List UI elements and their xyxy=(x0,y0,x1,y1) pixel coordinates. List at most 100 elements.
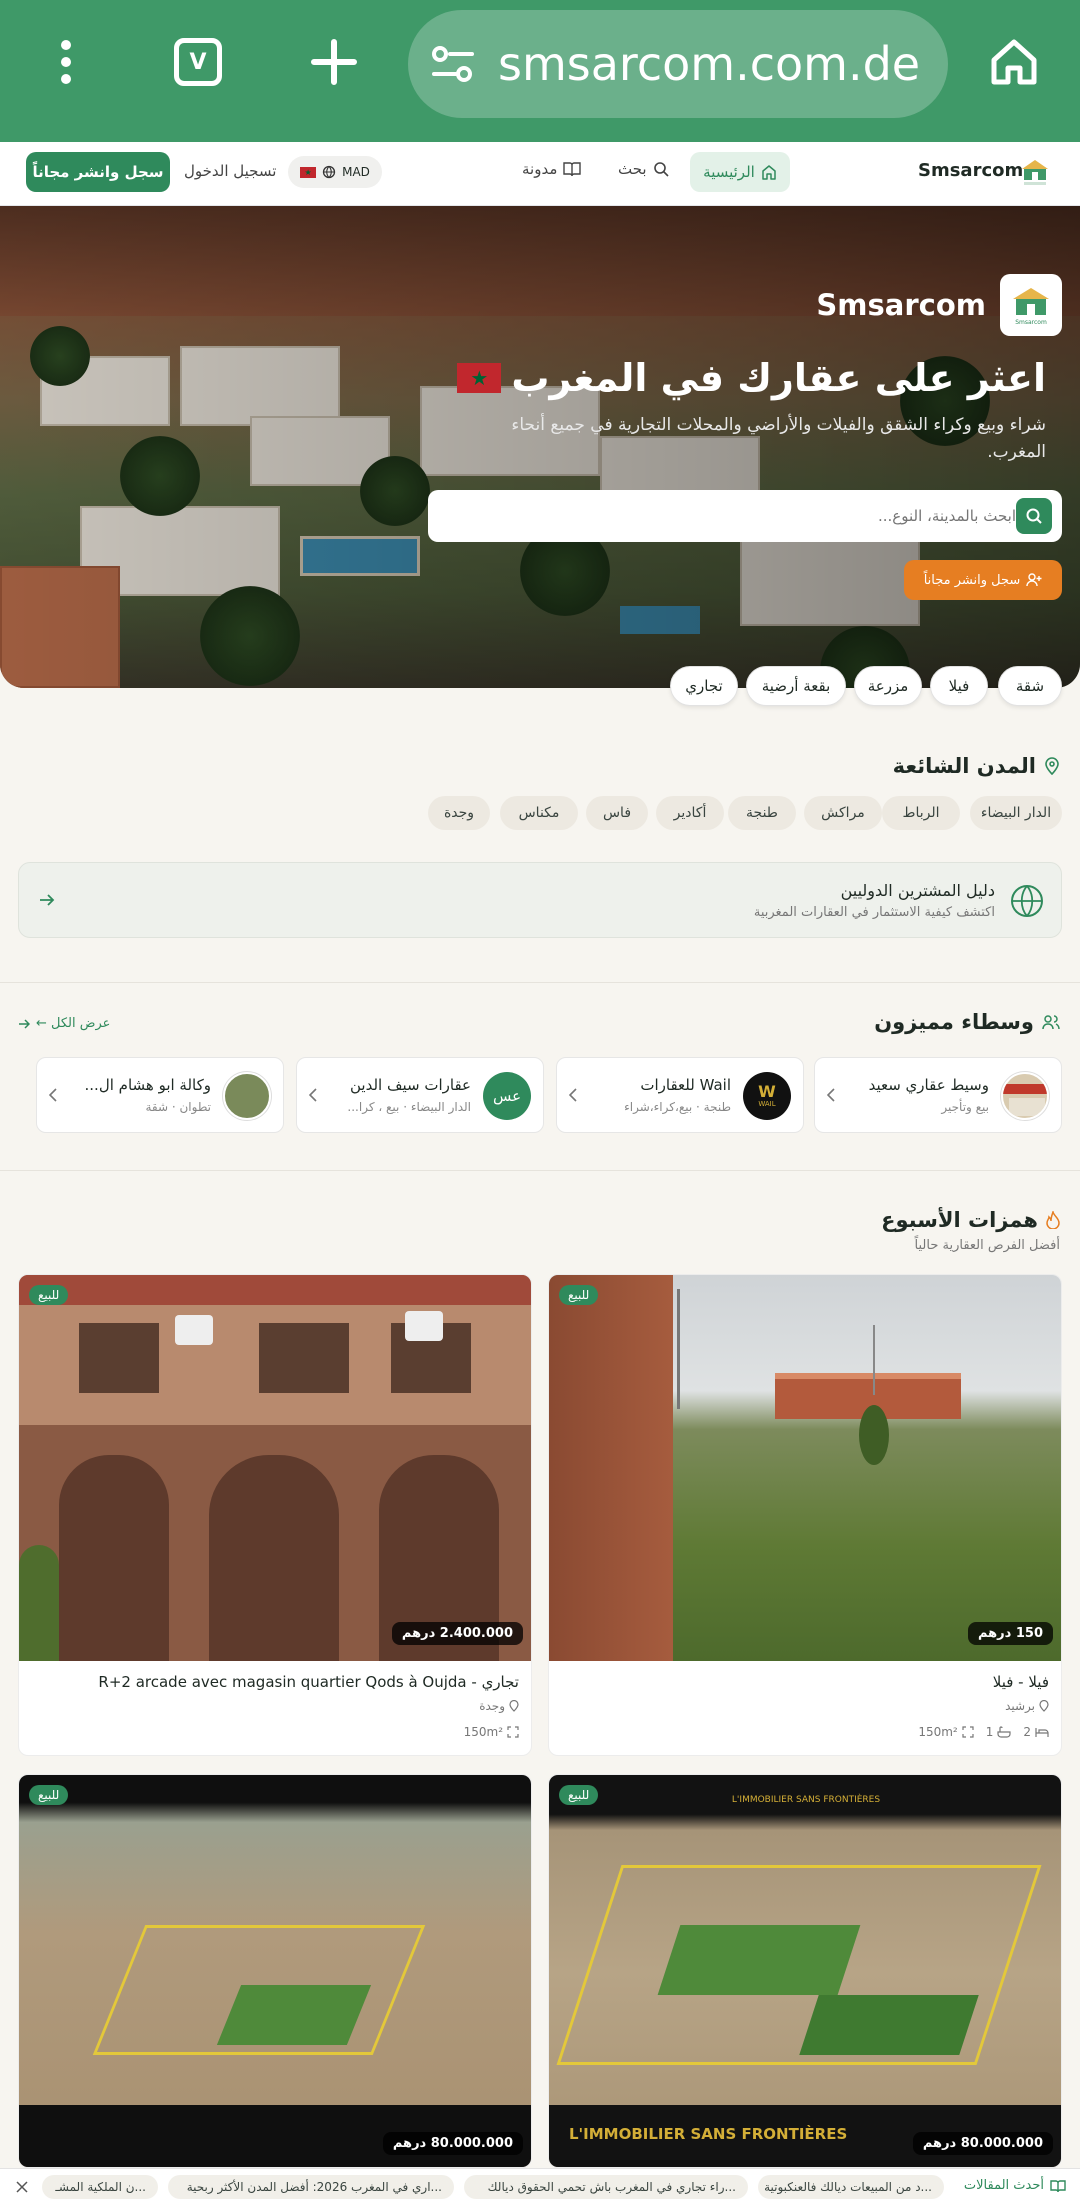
book-icon xyxy=(563,161,582,177)
listing-card[interactable]: L'IMMOBILIER SANS FRONTIÈRES L'IMMOBILIE… xyxy=(548,1774,1062,2168)
listing-card[interactable]: 2.400.000 درهم للبيع تجاري - R+2 arcade … xyxy=(18,1274,532,1756)
search-icon xyxy=(1025,507,1043,525)
broker-card[interactable]: W WAIL Wail للعقارات طنجة · بيع،كراء،شرا… xyxy=(556,1057,804,1133)
listing-price: 2.400.000 درهم xyxy=(391,1622,523,1645)
site-header: سجل وانشر مجاناً تسجيل الدخول ★ MAD مدون… xyxy=(0,142,1080,206)
search-icon xyxy=(653,161,669,177)
close-icon[interactable] xyxy=(16,2181,28,2193)
book-icon xyxy=(1050,2179,1066,2193)
ticker-label[interactable]: أحدث المقالات xyxy=(964,2178,1066,2193)
baths-count: 1 xyxy=(985,1725,994,1739)
arrow-right-icon xyxy=(18,1018,30,1029)
broker-name: عقارات سيف الدين xyxy=(349,1076,471,1094)
ticker-article[interactable]: ...راء تجاري في المغرب باش تحمي الحقوق د… xyxy=(464,2175,748,2199)
chevron-left-icon xyxy=(827,1088,835,1102)
broker-avatar xyxy=(1001,1072,1049,1120)
broker-avatar xyxy=(223,1072,271,1120)
listing-location: برشيد xyxy=(1005,1699,1049,1713)
hero-search-box[interactable] xyxy=(428,490,1062,542)
globe-icon xyxy=(1009,883,1045,919)
listing-badge: للبيع xyxy=(29,1285,69,1305)
nav-home[interactable]: الرئيسية xyxy=(690,152,790,192)
listing-badge: للبيع xyxy=(29,1785,69,1805)
chevron-left-icon xyxy=(309,1088,317,1102)
map-pin-icon xyxy=(1044,757,1060,775)
broker-meta: طنجة · بيع،كراء،شراء xyxy=(624,1100,731,1114)
nav-blog[interactable]: مدونة xyxy=(522,160,582,178)
address-bar[interactable]: smsarcom.com.de xyxy=(408,10,948,118)
globe-icon xyxy=(322,165,336,179)
city-chip[interactable]: أكادير xyxy=(656,796,724,830)
tab-count: V xyxy=(174,38,222,86)
menu-icon[interactable] xyxy=(34,30,98,94)
broker-logo: W WAIL xyxy=(743,1072,791,1120)
listing-photo: L'IMMOBILIER SANS FRONTIÈRES L'IMMOBILIE… xyxy=(549,1775,1061,2167)
site-settings-icon[interactable] xyxy=(430,44,476,84)
currency-label: MAD xyxy=(342,165,370,179)
city-chip[interactable]: الرباط xyxy=(882,796,960,830)
city-chip[interactable]: وجدة xyxy=(428,796,490,830)
area-value: 150m² xyxy=(918,1725,958,1739)
listing-photo: 80.000.000 درهم xyxy=(19,1775,531,2167)
ticker-article[interactable]: ...اري في المغرب 2026: أفضل المدن الأكثر… xyxy=(168,2175,454,2199)
register-button[interactable]: سجل وانشر مجاناً xyxy=(26,152,170,192)
area-value: 150m² xyxy=(463,1725,503,1739)
hero-logo-caption: Smsarcom xyxy=(1015,318,1047,326)
hero-search-button[interactable] xyxy=(1016,498,1052,534)
listing-location: وجدة xyxy=(479,1699,519,1713)
broker-card[interactable]: وسيط عقاري سعيد بيع وتأجير xyxy=(814,1057,1062,1133)
brand-logo[interactable] xyxy=(1022,158,1048,186)
brokers-header: وسطاء مميزون xyxy=(874,1010,1060,1034)
login-link[interactable]: تسجيل الدخول xyxy=(184,162,276,180)
buyers-guide-title: دليل المشترين الدوليين xyxy=(840,881,995,900)
listing-price: 80.000.000 درهم xyxy=(912,2132,1053,2155)
location-label: وجدة xyxy=(479,1699,505,1713)
url-text: smsarcom.com.de xyxy=(498,37,921,91)
hero-title: اعثر على عقارك في المغرب ★ xyxy=(457,356,1046,400)
listing-card[interactable]: 150 درهم للبيع فيلا - فيلا برشيد 2 1 150… xyxy=(548,1274,1062,1756)
buyers-guide-card[interactable]: دليل المشترين الدوليين اكتشف كيفية الاست… xyxy=(18,862,1062,938)
chevron-left-icon xyxy=(569,1088,577,1102)
nav-home-label: الرئيسية xyxy=(703,163,755,181)
broker-name: وسيط عقاري سعيد xyxy=(868,1076,989,1094)
flame-icon xyxy=(1046,1211,1060,1229)
nav-search[interactable]: بحث xyxy=(618,160,669,178)
view-all-brokers-link[interactable]: عرض الكل ← xyxy=(18,1016,110,1031)
city-chip[interactable]: فاس xyxy=(586,796,648,830)
area-icon xyxy=(962,1726,974,1738)
brokers-title: وسطاء مميزون xyxy=(874,1010,1034,1034)
city-chip[interactable]: الدار البيضاء xyxy=(970,796,1062,830)
broker-meta: الدار البيضاء · بيع ، كرا... xyxy=(347,1100,471,1114)
popular-cities-header: المدن الشائعة xyxy=(893,754,1060,778)
tab-switcher-button[interactable]: V xyxy=(166,30,230,94)
currency-selector[interactable]: ★ MAD xyxy=(288,156,382,188)
listing-badge: للبيع xyxy=(559,1785,599,1805)
listing-specs: 150m² xyxy=(464,1725,519,1739)
listing-card[interactable]: 80.000.000 درهم للبيع xyxy=(18,1774,532,2168)
hero-subtitle: شراء وبيع وكراء الشقق والفيلات والأراضي … xyxy=(511,415,1046,462)
ticker-article[interactable]: ...د من المبيعات ديالك فالعنكبوتية xyxy=(758,2175,944,2199)
hero-register-button[interactable]: سجل وانشر مجاناً xyxy=(904,560,1062,600)
deals-title: همزات الأسبوع xyxy=(881,1208,1038,1232)
new-tab-icon[interactable] xyxy=(302,30,366,94)
flag-morocco-icon: ★ xyxy=(457,363,502,393)
deals-subtitle: أفضل الفرص العقارية حالياً xyxy=(914,1238,1060,1253)
city-chip[interactable]: مراكش xyxy=(804,796,882,830)
ticker-label-text: أحدث المقالات xyxy=(963,2178,1044,2193)
listing-title: تجاري - R+2 arcade avec magasin quartier… xyxy=(98,1673,519,1691)
bath-icon xyxy=(997,1726,1011,1738)
listing-photo: 2.400.000 درهم xyxy=(19,1275,531,1661)
home-icon[interactable] xyxy=(982,30,1046,94)
city-chip[interactable]: طنجة xyxy=(728,796,796,830)
broker-meta: بيع وتأجير xyxy=(941,1100,989,1114)
bed-icon xyxy=(1035,1726,1049,1738)
city-chip[interactable]: مكناس xyxy=(500,796,578,830)
broker-card[interactable]: وكالة ابو هشام ال... تطوان · شقة xyxy=(36,1057,284,1133)
ticker-article[interactable]: ...ن الملكية المشـ xyxy=(42,2175,158,2199)
listing-photo: 150 درهم xyxy=(549,1275,1061,1661)
house-icon xyxy=(761,164,777,180)
brand-name[interactable]: Smsarcom xyxy=(918,160,1023,181)
hero-search-input[interactable] xyxy=(446,500,1016,532)
chevron-left-icon xyxy=(49,1088,57,1102)
broker-card[interactable]: عس عقارات سيف الدين الدار البيضاء · بيع … xyxy=(296,1057,544,1133)
